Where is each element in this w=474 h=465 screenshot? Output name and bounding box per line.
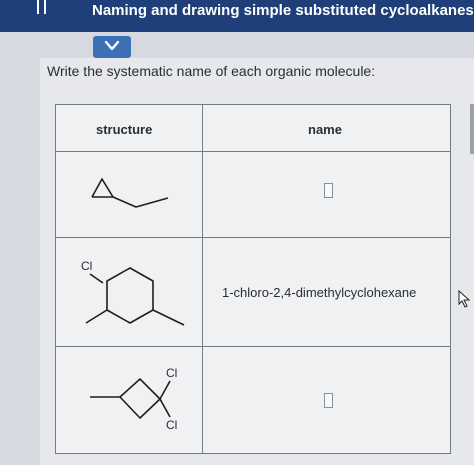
answer-table: structure name Cl 1-chloro-2,4-dimethylc… (55, 104, 451, 454)
column-divider (202, 105, 203, 453)
collapse-button[interactable] (93, 36, 131, 58)
answer-input-row-3[interactable] (324, 393, 333, 408)
row-divider (56, 346, 450, 347)
top-bar: Naming and drawing simple substituted cy… (0, 0, 474, 32)
column-header-name: name (308, 122, 342, 137)
structure-chloro-dimethylcyclohexane: Cl (81, 259, 185, 326)
chevron-down-icon (104, 40, 120, 51)
row-divider (56, 151, 450, 152)
substituent-label: Cl (166, 418, 177, 432)
column-header-structure: structure (96, 122, 153, 137)
row-divider (56, 237, 450, 238)
substituent-label: Cl (166, 366, 177, 380)
scrollbar-handle[interactable] (470, 104, 474, 154)
mouse-pointer-icon (458, 290, 471, 308)
answer-input-row-1[interactable] (324, 183, 333, 198)
question-prompt: Write the systematic name of each organi… (47, 63, 376, 79)
substituent-label: Cl (81, 259, 92, 273)
structure-ethylcyclopropane (91, 178, 169, 208)
page-title: Naming and drawing simple substituted cy… (92, 2, 474, 19)
structure-dichloro-methylcyclobutane: Cl Cl (90, 366, 177, 432)
menu-icon[interactable] (34, 0, 50, 20)
given-name-row-2: 1-chloro-2,4-dimethylcyclohexane (222, 285, 417, 300)
